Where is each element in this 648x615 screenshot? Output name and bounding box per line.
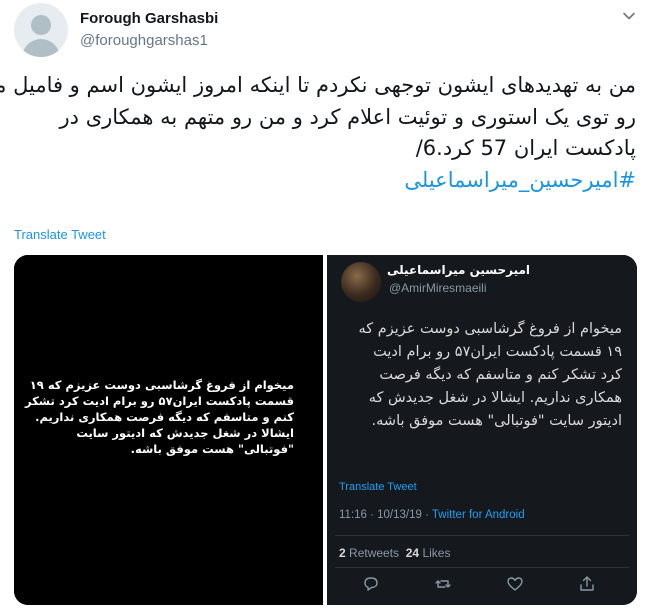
embedded-client: Twitter for Android [431, 509, 525, 521]
likes-label: Likes [422, 546, 451, 560]
retweets-label: Retweets [349, 546, 400, 560]
embedded-text-line: ۱۹ قسمت پادکست ایران۵۷ رو برام ادیت [373, 344, 622, 360]
heart-icon [507, 577, 523, 591]
tweet-text-line: من به تهدیدهای ایشون توجهی نکردم تا اینک… [0, 73, 636, 97]
embedded-timestamp: 11:16 · 10/13/19 · [339, 509, 432, 521]
note-text-line: "فوتبالی" هست موفق باشه. [130, 442, 294, 456]
media-grid: میخوام از فروغ گرشاسبی دوست عزیزم که ۱۹ … [14, 255, 637, 605]
note-text-line: کنم و متاسفم که دیگه فرصت همکاری نداریم. [35, 410, 294, 424]
embedded-stats: 2 Retweets 24 Likes [339, 546, 450, 560]
embedded-text-line: ادیتور سایت "فوتبالی" هست موفق باشه. [371, 413, 622, 429]
embedded-avatar [341, 262, 381, 302]
share-icon [580, 576, 594, 591]
media-image-embedded-tweet[interactable]: امیرحسین میراسماعیلی @AmirMiresmaeili می… [327, 255, 637, 605]
author-handle[interactable]: @foroughgarshas1 [80, 32, 208, 49]
note-text: میخوام از فروغ گرشاسبی دوست عزیزم که ۱۹ … [24, 377, 294, 457]
hashtag-link[interactable]: #امیرحسین_میراسماعیلی [14, 165, 636, 197]
embedded-tweet-text: میخوام از فروغ گرشاسبی دوست عزیزم که ۱۹ … [341, 318, 622, 433]
note-text-line: میخوام از فروغ گرشاسبی دوست عزیزم که ۱۹ [29, 378, 294, 392]
avatar[interactable] [14, 3, 68, 57]
likes-count: 24 [405, 546, 420, 560]
author-name[interactable]: Forough Garshasbi [80, 10, 218, 27]
translate-tweet-link[interactable]: Translate Tweet [14, 227, 106, 242]
embedded-translate-label: Translate Tweet [339, 481, 417, 493]
embedded-text-line: میخوام از فروغ گرشاسبی دوست عزیزم که [358, 321, 622, 337]
chevron-down-icon[interactable] [622, 9, 636, 23]
note-text-line: ایشالا در شغل جدیدش که ادیتور سایت [76, 426, 294, 440]
tweet-text-line: رو توی یک استوری و توئیت اعلام کرد و من … [59, 104, 636, 129]
embedded-author-name: امیرحسین میراسماعیلی [387, 263, 531, 277]
embedded-divider [335, 567, 629, 568]
embedded-text-line: کرد تشکر کنم و متاسفم که دیگه فرصت [379, 367, 622, 383]
embedded-author-handle: @AmirMiresmaeili [389, 281, 487, 295]
avatar-placeholder-body [22, 39, 60, 57]
embedded-meta: 11:16 · 10/13/19 · Twitter for Android [339, 509, 525, 521]
embedded-text-line: همکاری نداریم. ایشالا در شغل جدیدش که [368, 390, 622, 406]
embedded-actions [327, 575, 637, 599]
media-image-note[interactable]: میخوام از فروغ گرشاسبی دوست عزیزم که ۱۹ … [14, 255, 323, 605]
tweet-text: من به تهدیدهای ایشون توجهی نکردم تا اینک… [0, 70, 636, 197]
tweet-text-line: پادکست ایران 57 کرد.6/ [415, 136, 636, 160]
embedded-divider [335, 535, 629, 536]
reply-icon [364, 577, 378, 591]
retweet-icon [435, 580, 451, 588]
note-text-line: قسمت پادکست ایران۵۷ رو برام ادیت کرد تشک… [24, 394, 294, 408]
retweets-count: 2 [339, 546, 346, 560]
avatar-placeholder-head [31, 15, 51, 35]
